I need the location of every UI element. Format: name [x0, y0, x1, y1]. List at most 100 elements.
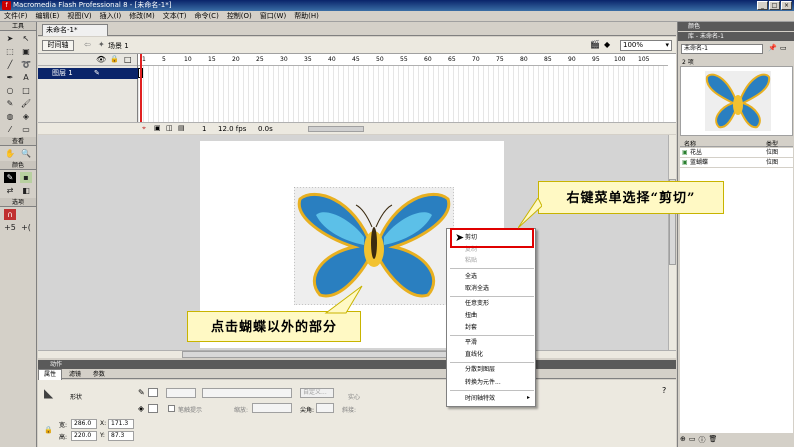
onion-outline-icon[interactable]: ◫ [166, 124, 173, 132]
height-field[interactable]: 220.0 [71, 431, 97, 441]
scale-select[interactable] [252, 403, 292, 413]
smooth-icon[interactable]: +5 [4, 222, 16, 233]
col-name-label[interactable]: 名称 [684, 139, 696, 148]
outline-icon[interactable]: □ [124, 55, 132, 64]
gradient-transform-icon[interactable]: ▣ [20, 46, 32, 57]
layer-row[interactable]: 图层 1 ✎ [38, 68, 138, 79]
fill-bucket-icon[interactable]: ◈ [138, 404, 144, 413]
actions-panel-bar[interactable]: 动作 [38, 360, 676, 369]
properties-icon[interactable]: ⓘ [699, 435, 706, 445]
stroke-hint-checkbox[interactable] [168, 405, 175, 412]
menu-item-smooth[interactable]: 平滑 [465, 338, 477, 347]
text-tool-icon[interactable]: A [20, 72, 32, 83]
menu-item-convert-symbol[interactable]: 转换为元件... [465, 378, 501, 387]
menu-file[interactable]: 文件(F) [0, 11, 32, 21]
new-symbol-icon[interactable]: ⊕ [680, 435, 686, 445]
timeline-hscroll[interactable] [308, 126, 364, 132]
selection-tool-icon[interactable]: ➤ [4, 33, 16, 44]
y-field[interactable]: 87.3 [108, 431, 134, 441]
new-library-icon[interactable]: ▭ [780, 44, 787, 52]
library-item[interactable]: ▣ 花丛 位图 [680, 148, 793, 157]
free-transform-icon[interactable]: ⬚ [4, 46, 16, 57]
zoom-select[interactable]: 100% [620, 40, 672, 51]
ink-bottle-icon[interactable]: ◍ [4, 111, 16, 122]
eraser-tool-icon[interactable]: ▭ [20, 124, 32, 135]
back-arrow-icon[interactable]: ⇦ [84, 40, 91, 49]
paint-bucket-icon[interactable]: ◈ [20, 111, 32, 122]
tab-filters[interactable]: 滤镜 [64, 370, 86, 380]
delete-icon[interactable]: 🗑 [709, 435, 718, 445]
timeline-toggle-button[interactable]: 时间轴 [42, 40, 74, 51]
maximize-button[interactable]: □ [769, 1, 780, 10]
menu-commands[interactable]: 命令(C) [190, 11, 222, 21]
hand-tool-icon[interactable]: ✋ [4, 148, 16, 159]
menu-item-envelope[interactable]: 封套 [465, 323, 477, 332]
stroke-width-field[interactable] [166, 388, 196, 398]
lasso-tool-icon[interactable]: ➰ [20, 59, 32, 70]
lock-icon[interactable]: 🔒 [110, 55, 119, 63]
x-field[interactable]: 171.3 [108, 419, 134, 429]
pencil-tool-icon[interactable]: ✎ [4, 98, 16, 109]
snap-magnet-icon[interactable]: ∩ [4, 209, 16, 220]
rectangle-tool-icon[interactable]: □ [20, 85, 32, 96]
menu-modify[interactable]: 修改(M) [125, 11, 159, 21]
stroke-style-select[interactable] [202, 388, 292, 398]
tab-properties[interactable]: 属性 [38, 369, 63, 380]
menu-item-straighten[interactable]: 直线化 [465, 350, 483, 359]
close-button[interactable]: × [781, 1, 792, 10]
new-folder-icon[interactable]: ▭ [689, 435, 696, 445]
edit-scene-icon[interactable]: 🎬 [590, 40, 600, 49]
menu-text[interactable]: 文本(T) [159, 11, 191, 21]
fill-color-box[interactable] [148, 404, 158, 413]
stage-horizontal-scrollbar[interactable] [38, 350, 676, 358]
menu-view[interactable]: 视图(V) [63, 11, 95, 21]
menu-help[interactable]: 帮助(H) [290, 11, 323, 21]
fill-color-icon[interactable]: ▪ [20, 172, 32, 183]
butterfly-bitmap[interactable] [294, 187, 454, 305]
menu-item-paste[interactable]: 粘贴 [465, 256, 477, 265]
straighten-icon[interactable]: +( [20, 222, 32, 233]
minimize-button[interactable]: _ [757, 1, 768, 10]
eye-icon[interactable]: 👁 [96, 55, 106, 64]
width-field[interactable]: 286.0 [71, 419, 97, 429]
colors-panel-header[interactable]: 颜色 [678, 22, 794, 31]
library-document-select[interactable]: 未命名-1 [681, 44, 763, 54]
stroke-color-box[interactable] [148, 388, 158, 397]
stage-vertical-scrollbar[interactable] [668, 135, 676, 350]
library-panel-header[interactable]: 库 - 未命名-1 [678, 32, 794, 41]
menu-item-distort[interactable]: 扭曲 [465, 311, 477, 320]
frame-grid[interactable] [138, 66, 668, 126]
playhead[interactable] [140, 54, 142, 130]
menu-insert[interactable]: 插入(I) [96, 11, 126, 21]
frame-rate[interactable]: 12.0 fps [218, 125, 246, 133]
tab-parameters[interactable]: 参数 [88, 370, 110, 380]
help-icon[interactable]: ? [662, 386, 666, 395]
menu-edit[interactable]: 编辑(E) [32, 11, 64, 21]
line-tool-icon[interactable]: ╱ [4, 59, 16, 70]
stroke-swatch-icon[interactable]: ✎ [138, 388, 145, 397]
scene-label[interactable]: 场景 1 [108, 41, 129, 51]
menu-control[interactable]: 控制(O) [223, 11, 256, 21]
lock-ratio-icon[interactable]: 🔒 [44, 426, 53, 434]
menu-item-distribute-layers[interactable]: 分散到图层 [465, 365, 495, 374]
eyedropper-icon[interactable]: ⁄ [4, 124, 16, 135]
menu-item-deselect-all[interactable]: 取消全选 [465, 284, 489, 293]
default-colors-icon[interactable]: ◧ [20, 185, 32, 196]
edit-symbols-icon[interactable]: ◆ [604, 40, 610, 49]
tab-untitled-1[interactable]: 未命名-1* [42, 24, 108, 36]
col-type-label[interactable]: 类型 [766, 139, 778, 148]
edit-multiple-icon[interactable]: ▤ [178, 124, 185, 132]
pin-icon[interactable]: 📌 [768, 44, 777, 52]
brush-tool-icon[interactable]: 🖌 [20, 98, 32, 109]
menu-item-free-transform[interactable]: 任意变形 [465, 299, 489, 308]
subselection-tool-icon[interactable]: ↖ [20, 33, 32, 44]
menu-window[interactable]: 窗口(W) [256, 11, 290, 21]
pen-tool-icon[interactable]: ✒ [4, 72, 16, 83]
zoom-tool-icon[interactable]: 🔍 [20, 148, 32, 159]
swap-colors-icon[interactable]: ⇄ [4, 185, 16, 196]
tip-select[interactable] [316, 403, 334, 413]
onion-skin-icon[interactable]: ▣ [154, 124, 161, 132]
center-frame-icon[interactable]: ⌖ [142, 124, 146, 133]
custom-button[interactable]: 自定义... [300, 388, 334, 398]
menu-item-select-all[interactable]: 全选 [465, 272, 477, 281]
